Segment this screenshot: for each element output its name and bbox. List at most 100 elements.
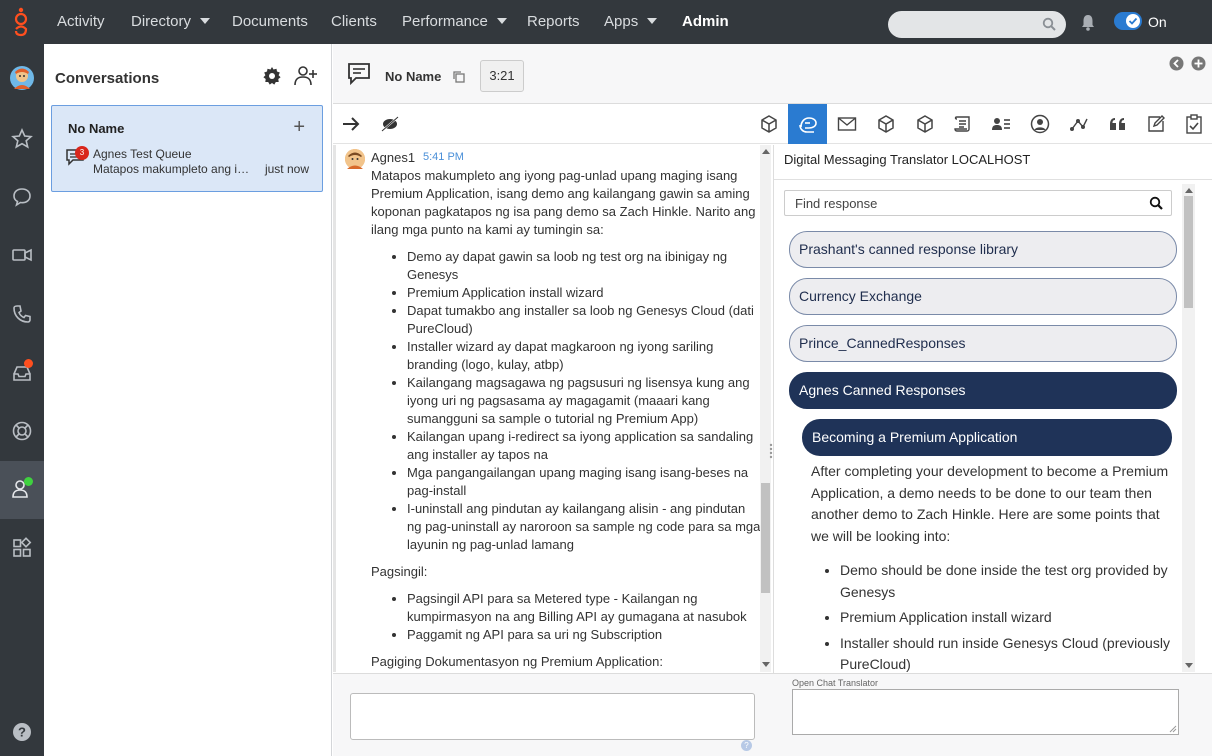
response-text: After completing your development to bec…: [811, 463, 1169, 544]
favorites-star-icon[interactable]: [8, 125, 36, 153]
toolbar-translator-button[interactable]: [788, 104, 827, 144]
list-item: I-uninstall ang pindutan ay kailangang a…: [407, 500, 761, 554]
add-user-icon[interactable]: [294, 65, 318, 87]
chat-bubble-icon[interactable]: [8, 183, 36, 211]
toolbar-package-button[interactable]: [749, 104, 788, 144]
conversation-preview: Matapos makumpleto ang iyong pag-unlad u…: [93, 162, 253, 176]
toolbar-email-button[interactable]: [827, 104, 866, 144]
toolbar-journey-button[interactable]: [1059, 104, 1098, 144]
apps-grid-icon[interactable]: [8, 534, 36, 562]
user-avatar[interactable]: [8, 64, 36, 92]
agent-status-icon[interactable]: [8, 475, 36, 503]
nav-clients[interactable]: Clients: [331, 0, 377, 44]
find-response-input[interactable]: [785, 191, 1125, 215]
video-camera-icon[interactable]: [8, 241, 36, 269]
disconnect-button[interactable]: [370, 104, 409, 144]
gear-icon[interactable]: [262, 66, 282, 86]
library-currency-exchange[interactable]: Currency Exchange: [789, 278, 1177, 315]
scroll-up-arrow[interactable]: [1185, 188, 1193, 193]
notifications-bell-icon[interactable]: [1080, 13, 1096, 31]
scroll-down-arrow[interactable]: [1185, 663, 1193, 668]
copy-icon[interactable]: [452, 70, 466, 84]
toolbar-package-button-2[interactable]: [866, 104, 905, 144]
contact-card-icon: [991, 118, 1010, 130]
billing-heading: Pagsingil:: [371, 564, 428, 579]
avatar-icon: [10, 66, 34, 90]
on-queue-toggle[interactable]: [1114, 12, 1142, 30]
transfer-arrow-button[interactable]: [331, 104, 370, 144]
interaction-toolbar: [333, 104, 1212, 144]
toolbar-script-button[interactable]: [943, 104, 982, 144]
chevron-down-icon: [496, 18, 507, 24]
toolbar-contact-button[interactable]: [981, 104, 1020, 144]
responses-scrollbar[interactable]: [1182, 184, 1195, 672]
list-item: Installer wizard ay dapat magkaroon ng i…: [407, 338, 761, 374]
canned-responses-panel: Digital Messaging Translator LOCALHOST P…: [773, 145, 1212, 756]
toolbar-package-button-3[interactable]: [905, 104, 944, 144]
billing-points-list: Pagsingil API para sa Metered type - Kai…: [407, 590, 761, 644]
notification-dot: [24, 359, 33, 368]
translator-app-icon: [798, 117, 817, 133]
mute-slash-icon: [381, 116, 398, 132]
search-icon[interactable]: [1149, 196, 1163, 210]
add-participant-button[interactable]: +: [293, 116, 305, 139]
genesys-logo[interactable]: [8, 6, 34, 38]
support-lifebuoy-icon[interactable]: [8, 417, 36, 445]
library-prince[interactable]: Prince_CannedResponses: [789, 325, 1177, 362]
sender-avatar: [345, 149, 365, 169]
library-agnes[interactable]: Agnes Canned Responses: [789, 372, 1177, 409]
collapse-left-icon[interactable]: [1169, 56, 1184, 71]
transcript-scrollbar[interactable]: [760, 145, 771, 672]
help-icon[interactable]: ?: [8, 718, 36, 746]
conversation-card[interactable]: No Name + 3 Agnes Test Queue Matapos mak…: [51, 105, 323, 192]
svg-text:?: ?: [18, 725, 26, 740]
scrollbar-thumb[interactable]: [761, 483, 770, 593]
interaction-timer: 3:21: [480, 60, 524, 92]
nav-apps[interactable]: Apps: [604, 0, 658, 44]
list-item: Premium Application install wizard: [407, 284, 761, 302]
nav-documents[interactable]: Documents: [232, 0, 308, 44]
envelope-icon: [837, 117, 856, 131]
avatar-icon: [345, 149, 365, 169]
response-becoming-premium[interactable]: Becoming a Premium Application: [802, 419, 1172, 456]
scrollbar-thumb[interactable]: [1184, 196, 1193, 308]
toolbar-wrapup-button[interactable]: [1174, 104, 1212, 144]
chat-message-icon: [348, 63, 370, 86]
library-prashant[interactable]: Prashant's canned response library: [789, 231, 1177, 268]
arrow-right-icon: [342, 117, 359, 131]
conversation-name: No Name: [68, 121, 125, 136]
scroll-up-arrow[interactable]: [762, 149, 770, 154]
conversations-title: Conversations: [55, 70, 160, 87]
add-circle-icon[interactable]: [1191, 56, 1206, 71]
phone-icon[interactable]: [8, 300, 36, 328]
nav-activity[interactable]: Activity: [57, 0, 105, 44]
response-points-list: Demo should be done inside the test org …: [840, 560, 1171, 676]
scroll-down-arrow[interactable]: [762, 662, 770, 667]
user-circle-icon: [1030, 114, 1049, 134]
translator-label: Open Chat Translator: [792, 678, 879, 688]
global-search-input[interactable]: [888, 11, 1066, 38]
nav-reports[interactable]: Reports: [527, 0, 580, 44]
toolbar-quote-button[interactable]: [1098, 104, 1137, 144]
resize-grip-icon[interactable]: [1169, 725, 1177, 733]
translator-input[interactable]: [792, 689, 1179, 735]
script-scroll-icon: [953, 116, 970, 132]
help-icon[interactable]: ?: [741, 740, 752, 751]
toolbar-notes-button[interactable]: [1136, 104, 1175, 144]
docs-heading: Pagiging Dokumentasyon ng Premium Applic…: [371, 654, 663, 669]
compose-area: ?: [333, 673, 773, 756]
list-item: Mga pangangailangan upang maging isang i…: [407, 464, 761, 500]
find-response-field[interactable]: [784, 190, 1172, 216]
chat-transcript: Agnes1 5:41 PM Matapos makumpleto ang iy…: [333, 145, 773, 672]
panel-title: Digital Messaging Translator LOCALHOST: [774, 145, 1212, 180]
nav-admin[interactable]: Admin: [682, 0, 729, 44]
nav-performance[interactable]: Performance: [402, 0, 507, 44]
inbox-icon[interactable]: [8, 359, 36, 387]
list-item: Kailangan upang i-redirect sa iyong appl…: [407, 428, 761, 464]
list-item: Premium Application install wizard: [840, 607, 1171, 629]
toolbar-profile-button[interactable]: [1020, 104, 1059, 144]
nav-directory[interactable]: Directory: [131, 0, 211, 44]
message-input[interactable]: [350, 693, 755, 740]
check-icon: [1128, 17, 1138, 25]
message-sender: Agnes1: [371, 150, 416, 165]
